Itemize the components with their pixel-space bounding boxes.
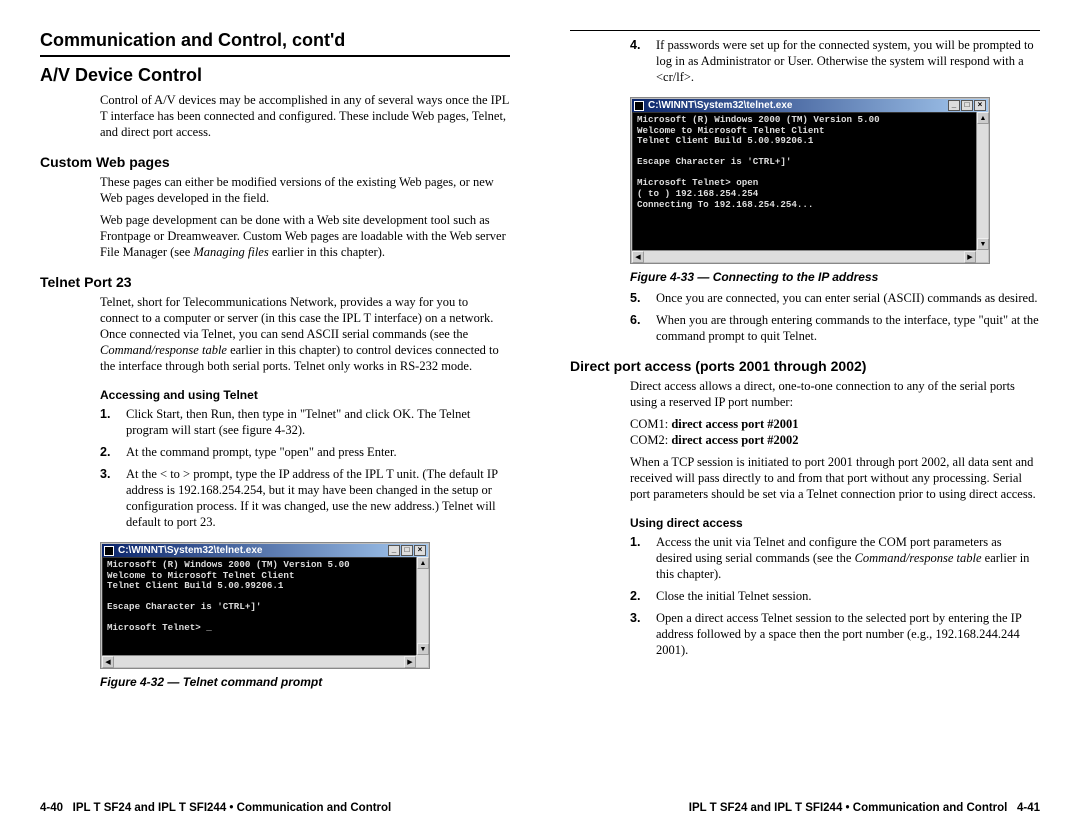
- telnet-window-fig-4-33: C:\WINNT\System32\telnet.exe _ □ × Micro…: [630, 97, 990, 264]
- telnet-body-2: Microsoft (R) Windows 2000 (TM) Version …: [632, 112, 988, 262]
- footer-left: 4-40 IPL T SF24 and IPL T SFI244 • Commu…: [40, 802, 391, 814]
- telnet-steps: 1.Click Start, then Run, then type in "T…: [100, 406, 510, 536]
- telnet-step-4: 4.If passwords were set up for the conne…: [630, 37, 1040, 85]
- direct-p2: When a TCP session is initiated to port …: [630, 454, 1040, 502]
- left-column: Communication and Control, cont'd A/V De…: [40, 30, 510, 695]
- page-number-left: 4-40: [40, 802, 63, 814]
- telnet-titlebar-2: C:\WINNT\System32\telnet.exe _ □ ×: [632, 99, 988, 112]
- accessing-telnet-heading: Accessing and using Telnet: [100, 388, 510, 402]
- av-device-control-heading: A/V Device Control: [40, 65, 510, 86]
- page-number-right: 4-41: [1017, 802, 1040, 814]
- maximize-icon: □: [961, 100, 973, 111]
- chapter-title: Communication and Control, cont'd: [40, 30, 510, 57]
- direct-step-1: 1.Access the unit via Telnet and configu…: [630, 534, 1040, 582]
- telnet-titlebar: C:\WINNT\System32\telnet.exe _ □ ×: [102, 544, 428, 557]
- footer-right-text: IPL T SF24 and IPL T SFI244 • Communicat…: [689, 802, 1008, 814]
- scrollbar-horizontal: ◀▶: [632, 250, 976, 262]
- maximize-icon: □: [401, 545, 413, 556]
- telnet-step-1: 1.Click Start, then Run, then type in "T…: [100, 406, 510, 438]
- minimize-icon: _: [948, 100, 960, 111]
- custom-web-heading: Custom Web pages: [40, 154, 510, 170]
- direct-steps: 1.Access the unit via Telnet and configu…: [630, 534, 1040, 664]
- com2-line: COM2: direct access port #2002: [630, 432, 1040, 448]
- fig-4-32-caption: Figure 4-32 — Telnet command prompt: [100, 675, 510, 689]
- telnet-p1: Telnet, short for Telecommunications Net…: [100, 294, 510, 374]
- using-direct-heading: Using direct access: [630, 516, 1040, 530]
- page-footer: 4-40 IPL T SF24 and IPL T SFI244 • Commu…: [40, 802, 1040, 814]
- footer-right: IPL T SF24 and IPL T SFI244 • Communicat…: [689, 802, 1040, 814]
- telnet-steps-cont: 4.If passwords were set up for the conne…: [630, 37, 1040, 91]
- telnet-title-text: C:\WINNT\System32\telnet.exe: [118, 545, 263, 556]
- telnet-title-text-2: C:\WINNT\System32\telnet.exe: [648, 100, 793, 111]
- telnet-heading: Telnet Port 23: [40, 274, 510, 290]
- telnet-step-2: 2.At the command prompt, type "open" and…: [100, 444, 510, 460]
- custom-web-p2: Web page development can be done with a …: [100, 212, 510, 260]
- direct-port-heading: Direct port access (ports 2001 through 2…: [570, 358, 1040, 374]
- minimize-icon: _: [388, 545, 400, 556]
- scrollbar-horizontal: ◀▶: [102, 655, 416, 667]
- fig-4-33-caption: Figure 4-33 — Connecting to the IP addre…: [630, 270, 1040, 284]
- close-icon: ×: [414, 545, 426, 556]
- close-icon: ×: [974, 100, 986, 111]
- direct-step-3: 3.Open a direct access Telnet session to…: [630, 610, 1040, 658]
- custom-web-p1: These pages can either be modified versi…: [100, 174, 510, 206]
- scrollbar-vertical: ▲▼: [976, 112, 988, 250]
- telnet-body: Microsoft (R) Windows 2000 (TM) Version …: [102, 557, 428, 667]
- cmd-icon: [104, 546, 114, 556]
- direct-step-2: 2.Close the initial Telnet session.: [630, 588, 1040, 604]
- telnet-steps-cont2: 5.Once you are connected, you can enter …: [630, 290, 1040, 350]
- direct-p1: Direct access allows a direct, one-to-on…: [630, 378, 1040, 410]
- telnet-window-fig-4-32: C:\WINNT\System32\telnet.exe _ □ × Micro…: [100, 542, 430, 669]
- telnet-step-3: 3.At the < to > prompt, type the IP addr…: [100, 466, 510, 530]
- telnet-step-5: 5.Once you are connected, you can enter …: [630, 290, 1040, 306]
- footer-left-text: IPL T SF24 and IPL T SFI244 • Communicat…: [73, 802, 392, 814]
- cmd-icon: [634, 101, 644, 111]
- telnet-step-6: 6.When you are through entering commands…: [630, 312, 1040, 344]
- av-intro: Control of A/V devices may be accomplish…: [100, 92, 510, 140]
- right-column: 4.If passwords were set up for the conne…: [570, 30, 1040, 695]
- scrollbar-vertical: ▲▼: [416, 557, 428, 655]
- com1-line: COM1: direct access port #2001: [630, 416, 1040, 432]
